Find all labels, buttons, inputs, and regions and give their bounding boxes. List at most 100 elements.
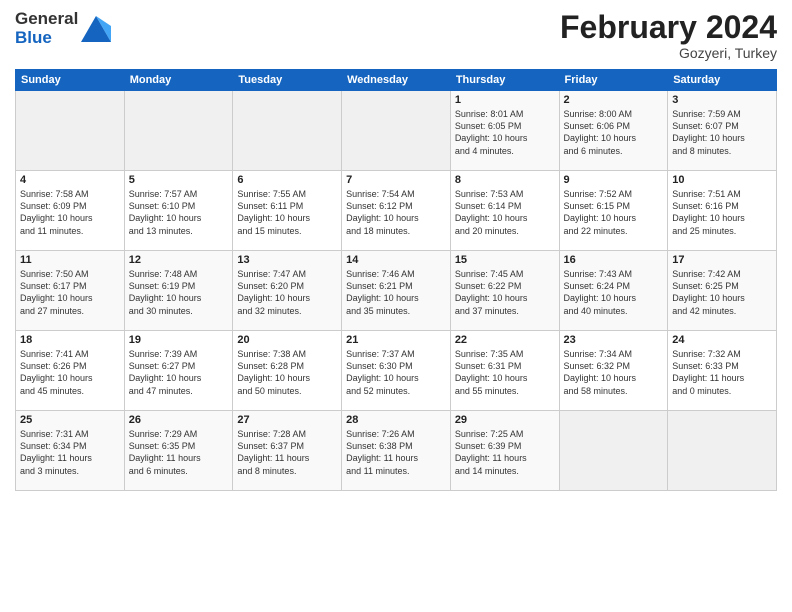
- calendar-cell: 22 Sunrise: 7:35 AM Sunset: 6:31 PM Dayli…: [450, 331, 559, 411]
- day-number: 11: [20, 254, 120, 266]
- header: General Blue February 2024 Gozyeri, Turk…: [15, 10, 777, 61]
- day-info: Sunrise: 7:41 AM Sunset: 6:26 PM Dayligh…: [20, 348, 120, 397]
- calendar-cell: 14 Sunrise: 7:46 AM Sunset: 6:21 PM Dayli…: [342, 251, 451, 331]
- weekday-header-sunday: Sunday: [16, 70, 125, 91]
- day-info: Sunrise: 7:43 AM Sunset: 6:24 PM Dayligh…: [564, 268, 664, 317]
- calendar-cell: 17 Sunrise: 7:42 AM Sunset: 6:25 PM Dayli…: [668, 251, 777, 331]
- day-number: 13: [237, 254, 337, 266]
- calendar-cell: 5Sunrise: 7:57 AM Sunset: 6:10 PM Daylig…: [124, 171, 233, 251]
- day-info: Sunrise: 8:00 AM Sunset: 6:06 PM Dayligh…: [564, 108, 664, 157]
- calendar-cell: 10 Sunrise: 7:51 AM Sunset: 6:16 PM Dayli…: [668, 171, 777, 251]
- day-info: Sunrise: 7:48 AM Sunset: 6:19 PM Dayligh…: [129, 268, 229, 317]
- day-info: Sunrise: 7:54 AM Sunset: 6:12 PM Dayligh…: [346, 188, 446, 237]
- calendar-cell: [233, 91, 342, 171]
- day-number: 14: [346, 254, 446, 266]
- calendar-cell: 12 Sunrise: 7:48 AM Sunset: 6:19 PM Dayli…: [124, 251, 233, 331]
- day-number: 16: [564, 254, 664, 266]
- week-row-3: 18 Sunrise: 7:41 AM Sunset: 6:26 PM Dayli…: [16, 331, 777, 411]
- logo: General Blue: [15, 10, 111, 47]
- day-info: Sunrise: 7:29 AM Sunset: 6:35 PM Dayligh…: [129, 428, 229, 477]
- day-number: 24: [672, 334, 772, 346]
- calendar-cell: 24 Sunrise: 7:32 AM Sunset: 6:33 PM Dayli…: [668, 331, 777, 411]
- day-number: 19: [129, 334, 229, 346]
- day-info: Sunrise: 7:47 AM Sunset: 6:20 PM Dayligh…: [237, 268, 337, 317]
- logo-text: General Blue: [15, 10, 78, 47]
- day-number: 15: [455, 254, 555, 266]
- day-info: Sunrise: 7:58 AM Sunset: 6:09 PM Dayligh…: [20, 188, 120, 237]
- weekday-header-tuesday: Tuesday: [233, 70, 342, 91]
- calendar-cell: 2 Sunrise: 8:00 AM Sunset: 6:06 PM Daylig…: [559, 91, 668, 171]
- day-info: Sunrise: 7:55 AM Sunset: 6:11 PM Dayligh…: [237, 188, 337, 237]
- calendar-cell: 20Sunrise: 7:38 AM Sunset: 6:28 PM Dayli…: [233, 331, 342, 411]
- calendar-cell: 4 Sunrise: 7:58 AM Sunset: 6:09 PM Daylig…: [16, 171, 125, 251]
- week-row-0: 1Sunrise: 8:01 AM Sunset: 6:05 PM Daylig…: [16, 91, 777, 171]
- day-number: 4: [20, 174, 120, 186]
- day-info: Sunrise: 7:34 AM Sunset: 6:32 PM Dayligh…: [564, 348, 664, 397]
- calendar-title: February 2024: [560, 10, 777, 45]
- calendar-cell: 11 Sunrise: 7:50 AM Sunset: 6:17 PM Dayli…: [16, 251, 125, 331]
- day-info: Sunrise: 7:42 AM Sunset: 6:25 PM Dayligh…: [672, 268, 772, 317]
- day-number: 28: [346, 414, 446, 426]
- calendar-cell: 18 Sunrise: 7:41 AM Sunset: 6:26 PM Dayli…: [16, 331, 125, 411]
- day-number: 21: [346, 334, 446, 346]
- calendar-cell: 19 Sunrise: 7:39 AM Sunset: 6:27 PM Dayli…: [124, 331, 233, 411]
- day-info: Sunrise: 7:52 AM Sunset: 6:15 PM Dayligh…: [564, 188, 664, 237]
- calendar-cell: 26 Sunrise: 7:29 AM Sunset: 6:35 PM Dayli…: [124, 411, 233, 491]
- day-info: Sunrise: 7:50 AM Sunset: 6:17 PM Dayligh…: [20, 268, 120, 317]
- day-number: 22: [455, 334, 555, 346]
- day-info: Sunrise: 7:59 AM Sunset: 6:07 PM Dayligh…: [672, 108, 772, 157]
- day-info: Sunrise: 7:38 AM Sunset: 6:28 PM Dayligh…: [237, 348, 337, 397]
- day-number: 17: [672, 254, 772, 266]
- day-number: 10: [672, 174, 772, 186]
- logo-icon: [81, 16, 111, 42]
- day-info: Sunrise: 7:46 AM Sunset: 6:21 PM Dayligh…: [346, 268, 446, 317]
- weekday-header-wednesday: Wednesday: [342, 70, 451, 91]
- day-info: Sunrise: 7:39 AM Sunset: 6:27 PM Dayligh…: [129, 348, 229, 397]
- calendar-cell: [124, 91, 233, 171]
- day-number: 26: [129, 414, 229, 426]
- calendar-cell: 1Sunrise: 8:01 AM Sunset: 6:05 PM Daylig…: [450, 91, 559, 171]
- calendar-cell: [342, 91, 451, 171]
- calendar-cell: 28 Sunrise: 7:26 AM Sunset: 6:38 PM Dayli…: [342, 411, 451, 491]
- calendar-cell: 8Sunrise: 7:53 AM Sunset: 6:14 PM Daylig…: [450, 171, 559, 251]
- day-info: Sunrise: 7:31 AM Sunset: 6:34 PM Dayligh…: [20, 428, 120, 477]
- day-number: 2: [564, 94, 664, 106]
- weekday-header-friday: Friday: [559, 70, 668, 91]
- day-info: Sunrise: 7:26 AM Sunset: 6:38 PM Dayligh…: [346, 428, 446, 477]
- day-number: 9: [564, 174, 664, 186]
- day-number: 7: [346, 174, 446, 186]
- day-info: Sunrise: 8:01 AM Sunset: 6:05 PM Dayligh…: [455, 108, 555, 157]
- calendar-cell: 7 Sunrise: 7:54 AM Sunset: 6:12 PM Daylig…: [342, 171, 451, 251]
- logo-blue: Blue: [15, 28, 52, 47]
- calendar-cell: 25Sunrise: 7:31 AM Sunset: 6:34 PM Dayli…: [16, 411, 125, 491]
- day-number: 5: [129, 174, 229, 186]
- day-info: Sunrise: 7:32 AM Sunset: 6:33 PM Dayligh…: [672, 348, 772, 397]
- day-number: 23: [564, 334, 664, 346]
- weekday-header-row: SundayMondayTuesdayWednesdayThursdayFrid…: [16, 70, 777, 91]
- calendar-subtitle: Gozyeri, Turkey: [560, 45, 777, 61]
- day-info: Sunrise: 7:25 AM Sunset: 6:39 PM Dayligh…: [455, 428, 555, 477]
- calendar-cell: 21Sunrise: 7:37 AM Sunset: 6:30 PM Dayli…: [342, 331, 451, 411]
- logo-general: General: [15, 9, 78, 28]
- week-row-4: 25Sunrise: 7:31 AM Sunset: 6:34 PM Dayli…: [16, 411, 777, 491]
- title-block: February 2024 Gozyeri, Turkey: [560, 10, 777, 61]
- day-info: Sunrise: 7:35 AM Sunset: 6:31 PM Dayligh…: [455, 348, 555, 397]
- day-number: 8: [455, 174, 555, 186]
- day-info: Sunrise: 7:45 AM Sunset: 6:22 PM Dayligh…: [455, 268, 555, 317]
- weekday-header-saturday: Saturday: [668, 70, 777, 91]
- calendar-cell: [668, 411, 777, 491]
- week-row-2: 11 Sunrise: 7:50 AM Sunset: 6:17 PM Dayli…: [16, 251, 777, 331]
- calendar-container: General Blue February 2024 Gozyeri, Turk…: [0, 0, 792, 496]
- weekday-header-monday: Monday: [124, 70, 233, 91]
- calendar-cell: 9 Sunrise: 7:52 AM Sunset: 6:15 PM Daylig…: [559, 171, 668, 251]
- day-info: Sunrise: 7:51 AM Sunset: 6:16 PM Dayligh…: [672, 188, 772, 237]
- day-number: 6: [237, 174, 337, 186]
- day-info: Sunrise: 7:28 AM Sunset: 6:37 PM Dayligh…: [237, 428, 337, 477]
- calendar-cell: 6 Sunrise: 7:55 AM Sunset: 6:11 PM Daylig…: [233, 171, 342, 251]
- calendar-table: SundayMondayTuesdayWednesdayThursdayFrid…: [15, 69, 777, 491]
- calendar-cell: 3Sunrise: 7:59 AM Sunset: 6:07 PM Daylig…: [668, 91, 777, 171]
- calendar-cell: 13 Sunrise: 7:47 AM Sunset: 6:20 PM Dayli…: [233, 251, 342, 331]
- weekday-header-thursday: Thursday: [450, 70, 559, 91]
- day-number: 12: [129, 254, 229, 266]
- day-number: 18: [20, 334, 120, 346]
